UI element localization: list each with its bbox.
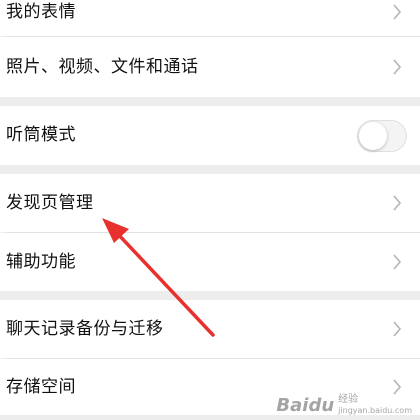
settings-item-my-stickers[interactable]: 我的表情 bbox=[0, 0, 420, 36]
chevron-right-icon bbox=[388, 194, 406, 212]
toggle-knob bbox=[359, 121, 387, 150]
watermark-sub: 经验 jingyan.baidu.com bbox=[338, 394, 412, 415]
settings-item-chat-backup-migration[interactable]: 聊天记录备份与迁移 bbox=[0, 300, 420, 358]
settings-item-label: 照片、视频、文件和通话 bbox=[6, 56, 199, 77]
settings-item-label: 我的表情 bbox=[6, 1, 76, 22]
settings-item-accessibility[interactable]: 辅助功能 bbox=[0, 233, 420, 291]
settings-item-label: 聊天记录备份与迁移 bbox=[6, 318, 164, 339]
chevron-right-icon bbox=[388, 253, 406, 271]
settings-item-label: 听筒模式 bbox=[6, 125, 76, 145]
settings-item-media-files-calls[interactable]: 照片、视频、文件和通话 bbox=[0, 37, 420, 97]
chevron-right-icon bbox=[388, 3, 406, 21]
earpiece-mode-toggle[interactable] bbox=[357, 119, 407, 152]
settings-item-label: 辅助功能 bbox=[6, 251, 76, 272]
settings-item-label: 发现页管理 bbox=[6, 192, 94, 213]
baidu-jingyan-watermark: Baidu 经验 jingyan.baidu.com bbox=[276, 394, 412, 416]
chevron-right-icon bbox=[388, 320, 406, 338]
watermark-brand: Baidu bbox=[276, 394, 335, 416]
settings-item-discover-management[interactable]: 发现页管理 bbox=[0, 174, 420, 232]
settings-item-label: 存储空间 bbox=[6, 376, 76, 397]
chevron-right-icon bbox=[388, 58, 406, 76]
settings-item-earpiece-mode[interactable]: 听筒模式 bbox=[0, 106, 420, 165]
